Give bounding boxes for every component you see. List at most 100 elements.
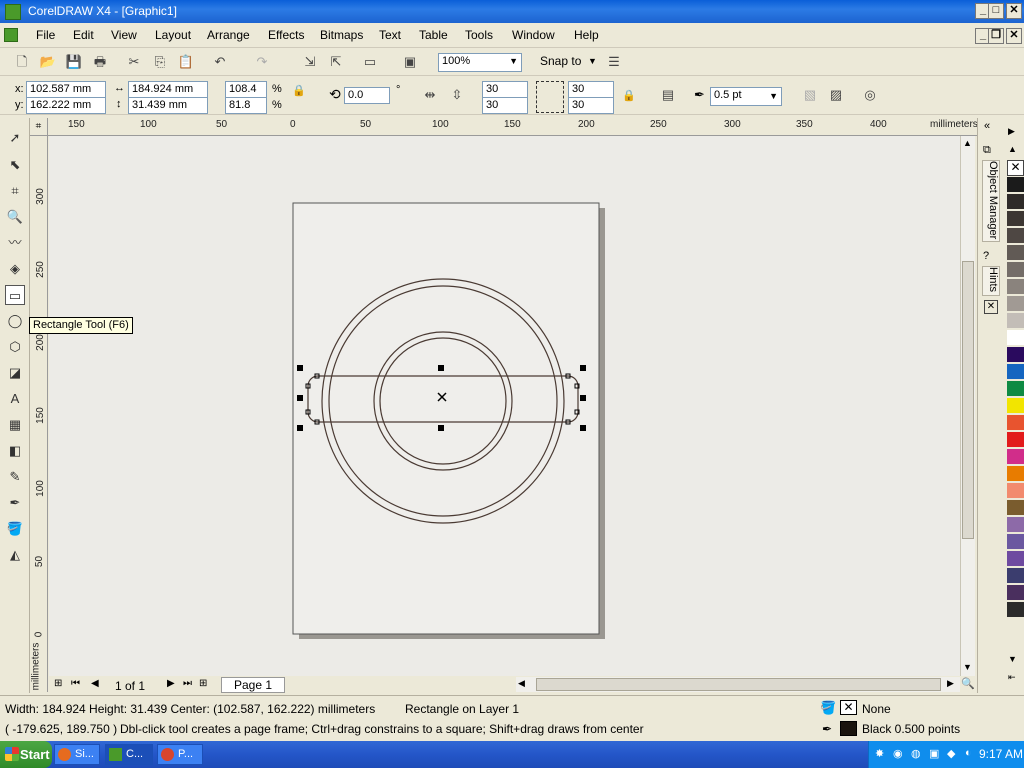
- object-manager-tab[interactable]: Object Manager: [982, 160, 1000, 242]
- table-tool-icon[interactable]: ▦: [5, 415, 25, 435]
- scroll-up-icon[interactable]: ▲: [963, 138, 972, 148]
- color-swatch[interactable]: [1007, 432, 1024, 448]
- zoom-navigator-icon[interactable]: 🔍: [960, 677, 976, 693]
- corner-bottom-right-field[interactable]: 30: [568, 97, 614, 114]
- menu-edit[interactable]: Edit: [73, 28, 94, 42]
- add-page-icon[interactable]: ⊞: [54, 678, 62, 689]
- ellipse-tool-icon[interactable]: ◯: [5, 311, 25, 331]
- docker-close-icon[interactable]: ✕: [984, 300, 998, 314]
- color-swatch[interactable]: [1007, 279, 1024, 295]
- snap-to-dropdown[interactable]: Snap to: [540, 54, 581, 68]
- shape-tool-icon[interactable]: ⬉: [5, 155, 25, 175]
- color-swatch[interactable]: [1007, 483, 1024, 499]
- color-swatch[interactable]: [1007, 211, 1024, 227]
- fill-color-swatch[interactable]: ✕: [840, 700, 857, 715]
- y-position-field[interactable]: 162.222 mm: [26, 97, 106, 114]
- ruler-origin[interactable]: ⌗: [30, 118, 48, 136]
- menu-effects[interactable]: Effects: [268, 28, 304, 42]
- color-swatch[interactable]: [1007, 551, 1024, 567]
- scroll-right-icon[interactable]: ▶: [947, 678, 954, 689]
- export-icon[interactable]: ⇱: [326, 52, 346, 72]
- tray-icon-display[interactable]: ▣: [929, 747, 939, 760]
- menu-help[interactable]: Help: [574, 28, 599, 42]
- color-swatch[interactable]: [1007, 534, 1024, 550]
- to-back-icon[interactable]: ▨: [826, 85, 846, 105]
- tray-icon-update[interactable]: ◐: [965, 747, 972, 759]
- add-page-after-icon[interactable]: ⊞: [199, 678, 207, 689]
- menu-window[interactable]: Window: [512, 28, 555, 42]
- color-swatch[interactable]: [1007, 466, 1024, 482]
- menu-bitmaps[interactable]: Bitmaps: [320, 28, 363, 42]
- polygon-tool-icon[interactable]: ⬡: [5, 337, 25, 357]
- mirror-vertical-icon[interactable]: ⇳: [447, 85, 467, 105]
- tray-icon-nvidia[interactable]: ◆: [947, 747, 955, 760]
- fill-tool-icon[interactable]: 🪣: [5, 519, 25, 539]
- save-icon[interactable]: 💾: [64, 52, 84, 72]
- doc-close-button[interactable]: ✕: [1006, 28, 1022, 44]
- pick-tool-icon[interactable]: ➚: [5, 128, 25, 148]
- options-icon[interactable]: ☰: [604, 52, 624, 72]
- menu-view[interactable]: View: [111, 28, 137, 42]
- menu-table[interactable]: Table: [419, 28, 448, 42]
- lock-ratio-icon[interactable]: 🔒: [292, 84, 306, 97]
- menu-layout[interactable]: Layout: [155, 28, 191, 42]
- color-swatch[interactable]: [1007, 177, 1024, 193]
- last-page-icon[interactable]: ⏭: [183, 678, 192, 689]
- to-front-icon[interactable]: ▧: [800, 85, 820, 105]
- eyedropper-tool-icon[interactable]: ✎: [5, 467, 25, 487]
- cut-icon[interactable]: ✂: [124, 52, 144, 72]
- color-swatch[interactable]: [1007, 381, 1024, 397]
- doc-restore-button[interactable]: ❐: [988, 28, 1004, 44]
- color-swatch[interactable]: [1007, 330, 1024, 346]
- palette-scroll-up-icon[interactable]: ▲: [1008, 144, 1017, 154]
- menu-file[interactable]: File: [36, 28, 55, 42]
- menu-tools[interactable]: Tools: [465, 28, 493, 42]
- page-tab[interactable]: Page 1: [221, 677, 286, 693]
- text-tool-icon[interactable]: A: [5, 389, 25, 409]
- vertical-scroll-thumb[interactable]: [962, 261, 974, 539]
- palette-menu-icon[interactable]: ▶: [1008, 126, 1015, 137]
- application-launcher-icon[interactable]: ▭: [360, 52, 380, 72]
- new-document-icon[interactable]: 🗋: [12, 52, 32, 72]
- no-fill-swatch[interactable]: ✕: [1007, 160, 1024, 176]
- undo-icon[interactable]: ↶: [210, 52, 230, 72]
- palette-expand-icon[interactable]: ⇤: [1008, 672, 1016, 683]
- color-swatch[interactable]: [1007, 568, 1024, 584]
- vertical-ruler[interactable]: 300 250 200 150 100 50 0 millimeters: [30, 136, 48, 692]
- scale-x-field[interactable]: 108.4: [225, 81, 267, 98]
- coreldraw-app-icon[interactable]: [5, 4, 21, 20]
- snap-chevron-icon[interactable]: ▼: [588, 56, 597, 66]
- corner-bottom-left-field[interactable]: 30: [482, 97, 528, 114]
- horizontal-scroll-thumb[interactable]: [536, 678, 941, 691]
- scroll-left-icon[interactable]: ◀: [518, 678, 525, 689]
- welcome-screen-icon[interactable]: ▣: [400, 52, 420, 72]
- outline-color-swatch[interactable]: [840, 721, 857, 736]
- mirror-horizontal-icon[interactable]: ⇹: [420, 85, 440, 105]
- corner-top-right-field[interactable]: 30: [568, 81, 614, 98]
- color-swatch[interactable]: [1007, 347, 1024, 363]
- hints-tab[interactable]: Hints: [982, 266, 1000, 296]
- color-swatch[interactable]: [1007, 262, 1024, 278]
- docker-collapse-icon[interactable]: «: [984, 120, 990, 132]
- color-swatch[interactable]: [1007, 449, 1024, 465]
- color-swatch[interactable]: [1007, 415, 1024, 431]
- rotation-field[interactable]: 0.0: [344, 87, 390, 104]
- redo-icon[interactable]: ↷: [252, 52, 272, 72]
- first-page-icon[interactable]: ⏮: [71, 678, 80, 689]
- close-button[interactable]: ✕: [1006, 3, 1022, 19]
- hints-icon[interactable]: ?: [983, 250, 989, 262]
- tray-icon-volume[interactable]: ◍: [911, 747, 921, 760]
- object-manager-icon[interactable]: ⧉: [983, 144, 991, 157]
- width-field[interactable]: 184.924 mm: [128, 81, 208, 98]
- color-swatch[interactable]: [1007, 194, 1024, 210]
- scale-y-field[interactable]: 81.8: [225, 97, 267, 114]
- menu-arrange[interactable]: Arrange: [207, 28, 250, 42]
- scroll-down-icon[interactable]: ▼: [963, 662, 972, 672]
- interactive-fill-tool-icon[interactable]: ◭: [5, 545, 25, 565]
- color-swatch[interactable]: [1007, 500, 1024, 516]
- crop-tool-icon[interactable]: ⌗: [5, 181, 25, 201]
- corner-top-left-field[interactable]: 30: [482, 81, 528, 98]
- palette-scroll-down-icon[interactable]: ▼: [1008, 654, 1017, 664]
- interactive-blend-tool-icon[interactable]: ◧: [5, 441, 25, 461]
- smart-fill-tool-icon[interactable]: ◈: [5, 259, 25, 279]
